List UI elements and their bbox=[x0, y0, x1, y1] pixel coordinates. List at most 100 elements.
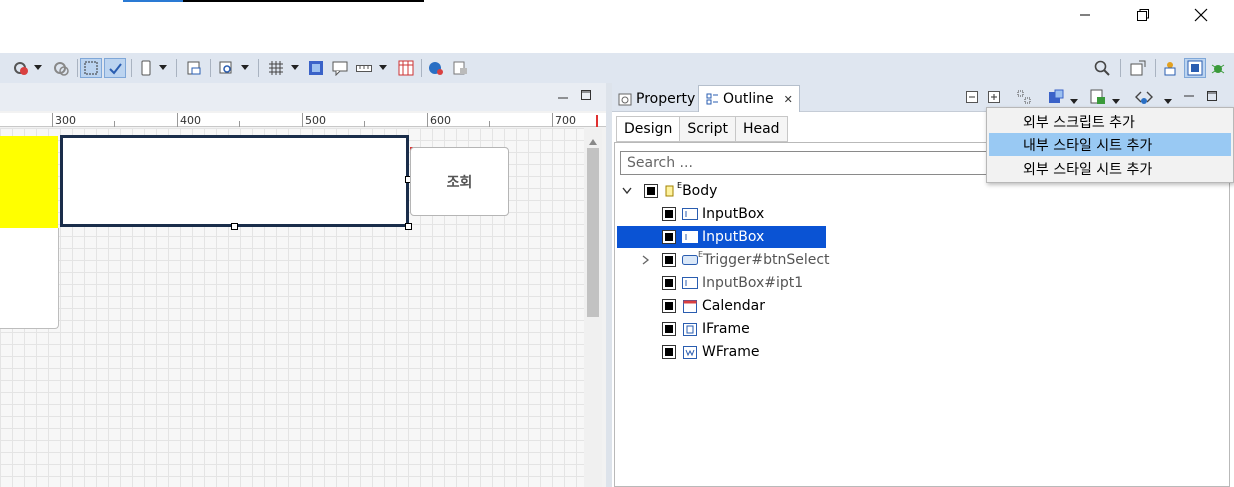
tree-node-trigger[interactable]: E Trigger#btnSelect bbox=[642, 249, 830, 271]
tree-node-body[interactable]: E Body bbox=[622, 180, 717, 202]
title-bar bbox=[0, 0, 1234, 53]
chevron-down-icon[interactable] bbox=[240, 58, 250, 78]
select-mode-icon[interactable] bbox=[80, 58, 102, 78]
tree-node-iframe[interactable]: IFrame bbox=[662, 318, 750, 340]
close-icon bbox=[1194, 8, 1208, 22]
inputbox-icon bbox=[682, 230, 698, 244]
tree-node-inputbox-selected[interactable]: InputBox bbox=[617, 226, 826, 248]
tree-node-label: InputBox bbox=[702, 229, 765, 245]
ruler-label: 500 bbox=[305, 114, 326, 127]
horizontal-ruler: 300 400 500 600 700 bbox=[0, 113, 606, 127]
tab-head[interactable]: Head bbox=[734, 116, 788, 142]
scroll-up-icon[interactable] bbox=[589, 133, 597, 149]
tree-node-label: IFrame bbox=[702, 321, 750, 337]
open-perspective-icon[interactable] bbox=[1128, 58, 1148, 78]
layout-toggle-icon[interactable] bbox=[1016, 89, 1032, 109]
outline-icon bbox=[705, 92, 719, 106]
tab-design[interactable]: Design bbox=[616, 116, 681, 142]
ruler-icon[interactable] bbox=[354, 58, 374, 78]
ruler-label: 700 bbox=[555, 114, 576, 127]
chevron-right-icon[interactable] bbox=[642, 255, 654, 265]
tree-node-label: InputBox#ipt1 bbox=[702, 275, 804, 291]
visibility-checkbox[interactable] bbox=[662, 299, 676, 313]
perspective-b-icon[interactable] bbox=[1184, 58, 1206, 78]
chevron-down-icon[interactable] bbox=[378, 58, 388, 78]
grid-icon[interactable] bbox=[266, 58, 286, 78]
search-input[interactable]: Search ... bbox=[620, 151, 1000, 175]
snap-icon[interactable] bbox=[104, 58, 126, 78]
resize-handle[interactable] bbox=[405, 223, 412, 230]
ruler-label: 300 bbox=[55, 114, 76, 127]
tree-node-label: InputBox bbox=[702, 206, 765, 222]
maximize-view-icon[interactable] bbox=[580, 89, 592, 105]
design-editor: 300 400 500 600 700 조회 bbox=[0, 83, 606, 487]
calendar-icon bbox=[682, 299, 698, 313]
design-canvas[interactable]: 조회 bbox=[0, 128, 584, 487]
ruler-marker bbox=[596, 115, 598, 127]
debug-icon[interactable] bbox=[1208, 58, 1228, 78]
menu-item-add-external-stylesheet[interactable]: 외부 스타일 시트 추가 bbox=[989, 157, 1231, 180]
close-button[interactable] bbox=[1178, 2, 1224, 28]
resize-handle[interactable] bbox=[231, 223, 238, 230]
title-underline bbox=[123, 0, 424, 2]
search-button[interactable]: 조회 bbox=[410, 147, 509, 216]
menu-item-add-external-script[interactable]: 외부 스크립트 추가 bbox=[989, 110, 1231, 133]
minimize-button[interactable] bbox=[1062, 2, 1108, 28]
scrollbar-thumb[interactable] bbox=[587, 148, 599, 317]
visibility-checkbox[interactable] bbox=[644, 184, 658, 198]
yellow-block[interactable] bbox=[0, 136, 58, 228]
preview-icon[interactable] bbox=[184, 58, 204, 78]
iframe-icon bbox=[682, 322, 698, 336]
tab-outline[interactable]: Outline ✕ bbox=[698, 85, 800, 112]
visibility-checkbox[interactable] bbox=[662, 322, 676, 336]
ruler-label: 400 bbox=[180, 114, 201, 127]
tab-property[interactable]: Property bbox=[612, 85, 701, 112]
element-badge: E bbox=[698, 249, 704, 259]
layout-icon[interactable] bbox=[306, 58, 326, 78]
tree-node-inputbox[interactable]: InputBox bbox=[662, 203, 764, 225]
add-script-icon[interactable] bbox=[1090, 89, 1106, 109]
chevron-down-icon[interactable] bbox=[158, 58, 168, 78]
restore-button[interactable] bbox=[1120, 2, 1166, 28]
visibility-checkbox[interactable] bbox=[662, 276, 676, 290]
code-icon[interactable] bbox=[1135, 89, 1153, 109]
unlink-icon[interactable] bbox=[50, 58, 72, 78]
lock-icon[interactable] bbox=[450, 58, 470, 78]
tab-label: Outline bbox=[723, 91, 774, 107]
visibility-checkbox[interactable] bbox=[662, 230, 676, 244]
tree-node-wframe[interactable]: WFrame bbox=[662, 341, 759, 363]
minimize-view-icon[interactable] bbox=[558, 91, 568, 107]
expand-all-icon[interactable] bbox=[988, 91, 1000, 107]
maximize-view-icon[interactable] bbox=[1206, 90, 1218, 106]
chevron-down-icon[interactable] bbox=[33, 58, 43, 78]
close-tab-icon[interactable]: ✕ bbox=[784, 93, 793, 106]
ruler-label: 600 bbox=[430, 114, 451, 127]
tab-script[interactable]: Script bbox=[679, 116, 736, 142]
chevron-down-icon[interactable] bbox=[622, 187, 634, 195]
tree-node-label: Calendar bbox=[702, 298, 765, 314]
tree-node-calendar[interactable]: Calendar bbox=[662, 295, 765, 317]
visibility-checkbox[interactable] bbox=[662, 253, 676, 267]
chevron-down-icon[interactable] bbox=[290, 58, 300, 78]
menu-item-add-internal-stylesheet[interactable]: 내부 스타일 시트 추가 bbox=[989, 133, 1231, 156]
tree-node-inputbox-ipt1[interactable]: InputBox#ipt1 bbox=[662, 272, 803, 294]
group-box[interactable] bbox=[0, 228, 59, 329]
visibility-checkbox[interactable] bbox=[662, 345, 676, 359]
add-component-icon[interactable] bbox=[1048, 89, 1064, 109]
collapse-all-icon[interactable] bbox=[966, 91, 978, 107]
selected-inputbox[interactable] bbox=[60, 135, 409, 227]
device-icon[interactable] bbox=[136, 58, 156, 78]
inputbox-icon bbox=[682, 207, 698, 221]
vertical-scrollbar[interactable] bbox=[584, 128, 602, 487]
visibility-checkbox[interactable] bbox=[662, 207, 676, 221]
trigger-icon bbox=[682, 253, 698, 267]
minimize-view-icon[interactable] bbox=[1184, 90, 1194, 106]
zoom-icon[interactable] bbox=[216, 58, 236, 78]
globe-icon[interactable] bbox=[426, 58, 446, 78]
perspective-a-icon[interactable] bbox=[1160, 58, 1180, 78]
inputbox-icon bbox=[682, 276, 698, 290]
table-icon[interactable] bbox=[396, 58, 416, 78]
link-icon[interactable] bbox=[10, 58, 32, 78]
comment-icon[interactable] bbox=[330, 58, 350, 78]
search-icon[interactable] bbox=[1092, 58, 1112, 78]
